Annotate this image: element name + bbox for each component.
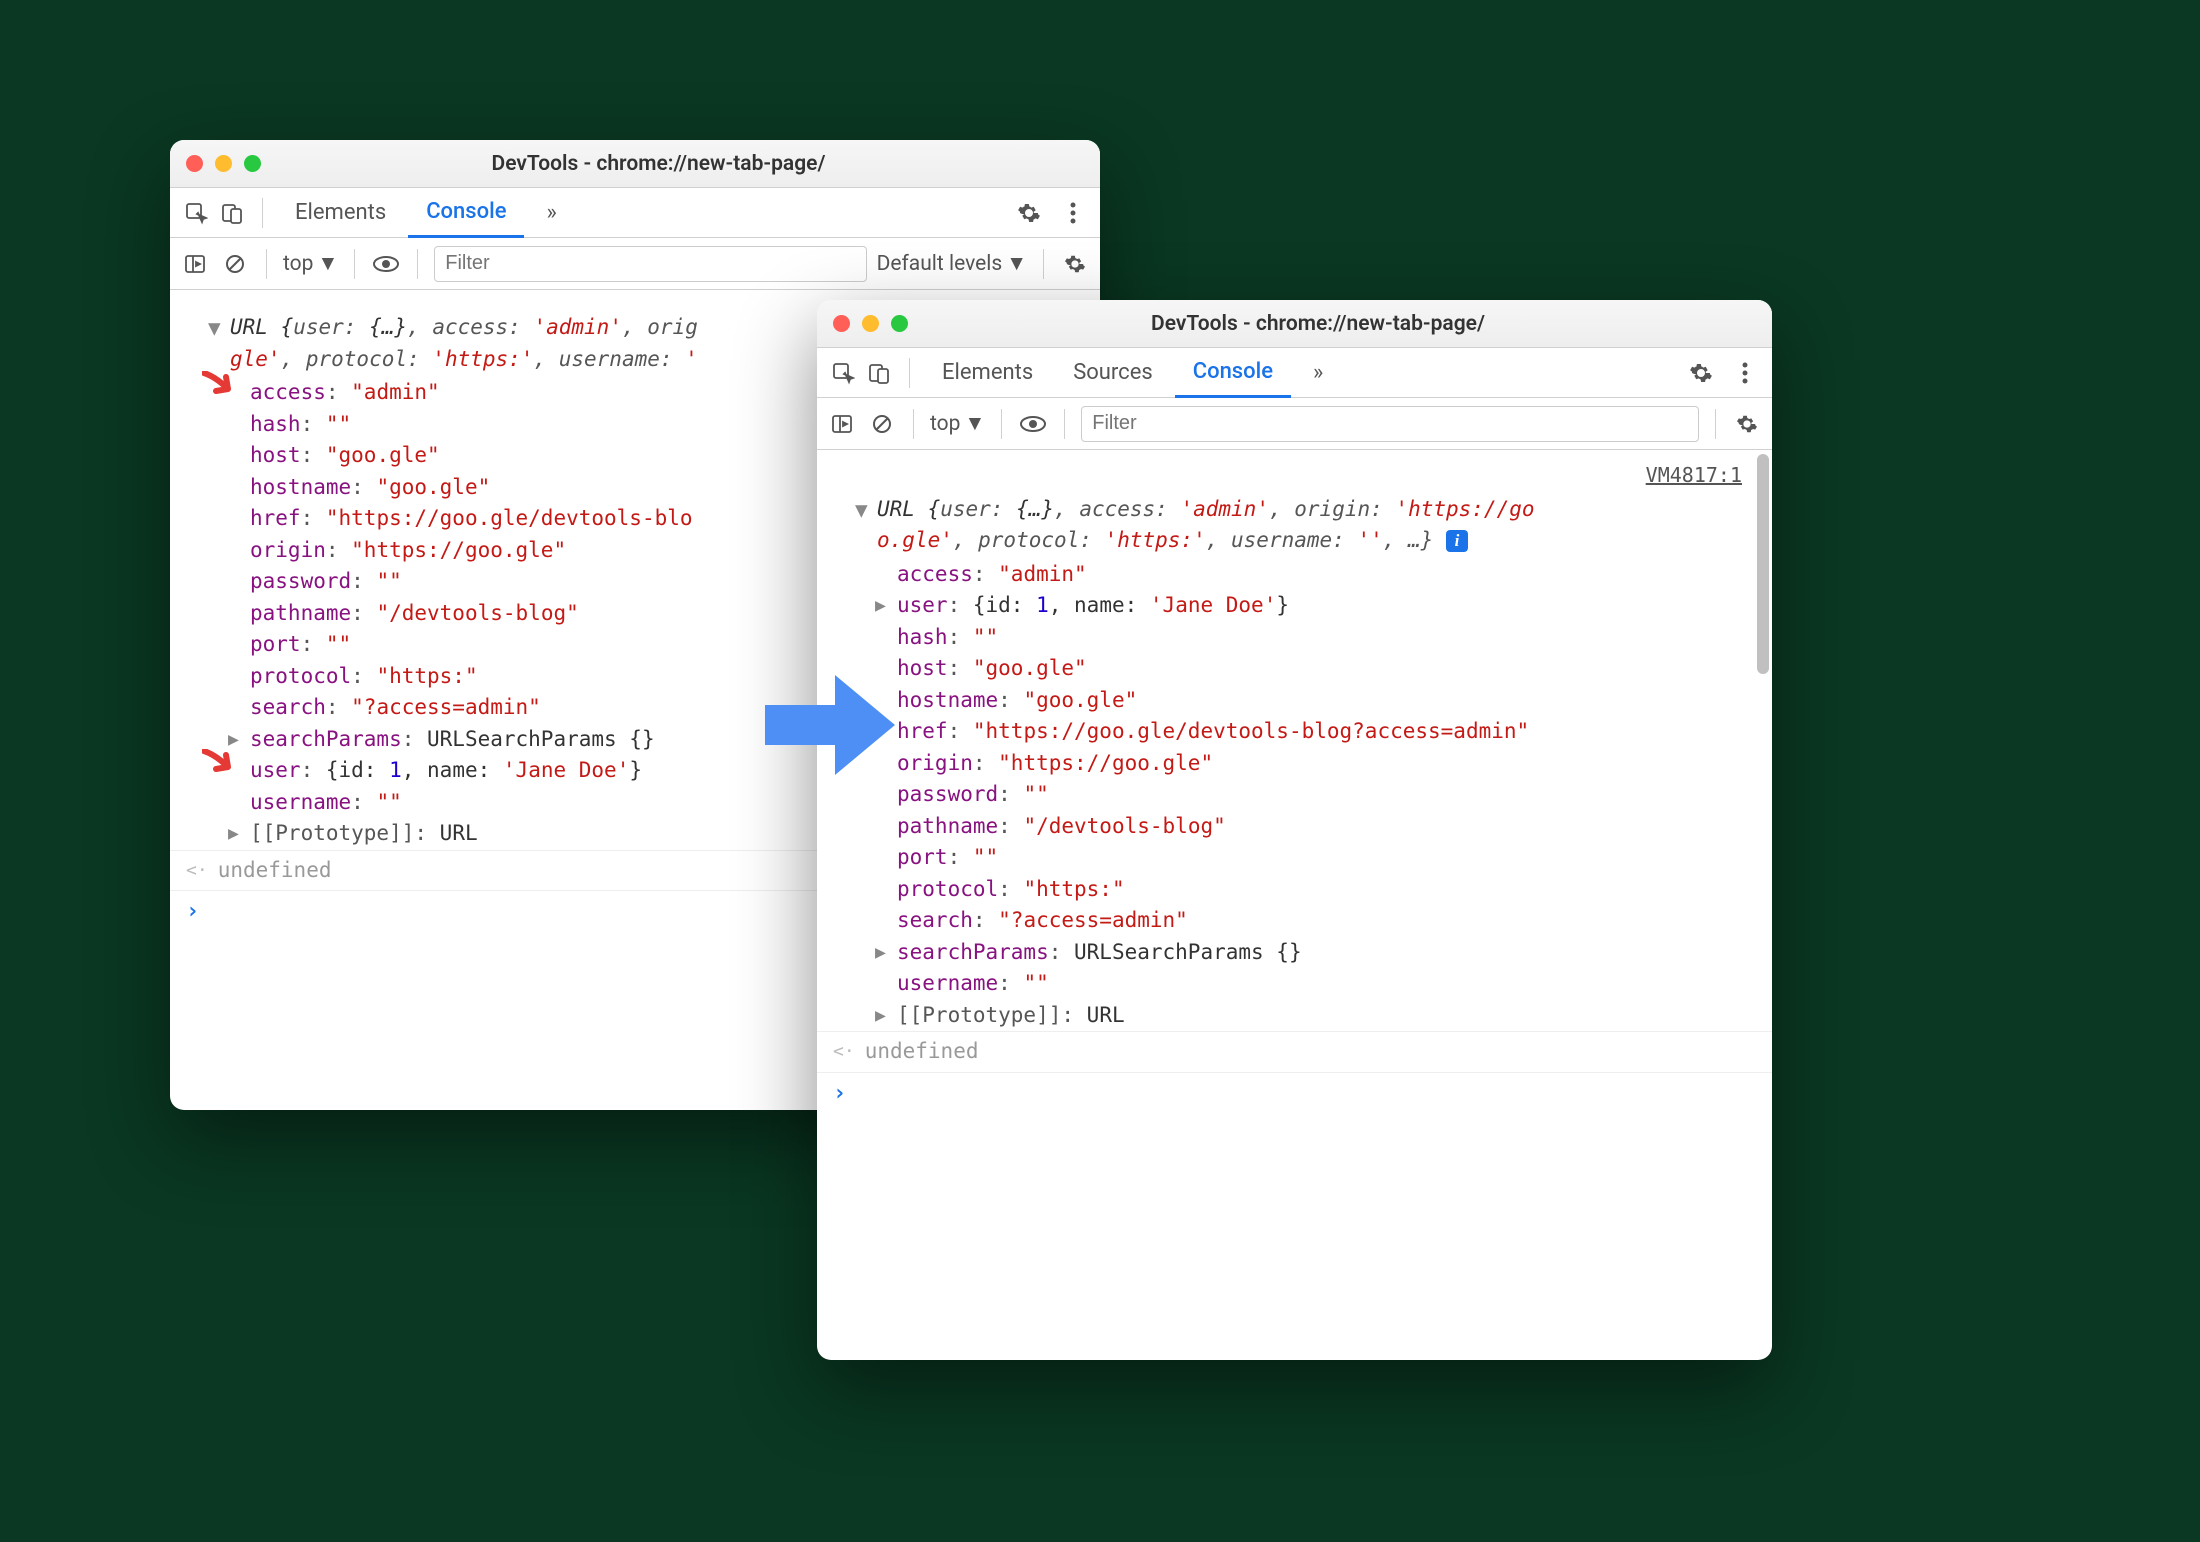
window-title: DevTools - chrome://new-tab-page/ (273, 152, 1084, 176)
object-property[interactable]: href: "https://goo.gle/devtools-blog?acc… (897, 716, 1772, 748)
zoom-window-button[interactable] (244, 155, 261, 172)
dropdown-triangle-icon: ▼ (964, 412, 985, 436)
tab-console[interactable]: Console (1175, 348, 1291, 398)
settings-gear-icon[interactable] (1684, 356, 1718, 390)
tab-console[interactable]: Console (408, 188, 524, 238)
sidebar-toggle-icon[interactable] (180, 249, 210, 279)
devtools-window-right: DevTools - chrome://new-tab-page/ Elemen… (817, 300, 1772, 1360)
levels-label: Default levels (877, 252, 1003, 276)
object-property[interactable]: ▶user: {id: 1, name: 'Jane Doe'} (897, 590, 1772, 622)
tab-sources[interactable]: Sources (1055, 348, 1171, 398)
highlight-arrow-icon (202, 371, 242, 405)
live-expression-icon[interactable] (1018, 409, 1048, 439)
devtools-main-toolbar: Elements Console » (170, 188, 1100, 238)
more-menu-icon[interactable] (1728, 356, 1762, 390)
minimize-window-button[interactable] (862, 315, 879, 332)
console-toolbar: top ▼ Default levels ▼ (170, 238, 1100, 290)
console-settings-gear-icon[interactable] (1732, 409, 1762, 439)
context-label: top (283, 252, 313, 276)
window-title: DevTools - chrome://new-tab-page/ (920, 312, 1756, 336)
execution-context-selector[interactable]: top ▼ (930, 412, 985, 436)
minimize-window-button[interactable] (215, 155, 232, 172)
execution-context-selector[interactable]: top ▼ (283, 252, 338, 276)
object-property[interactable]: port: "" (897, 842, 1772, 874)
collapse-triangle-icon[interactable]: ▼ (208, 313, 221, 345)
object-property[interactable]: search: "?access=admin" (897, 905, 1772, 937)
object-property[interactable]: host: "goo.gle" (897, 653, 1772, 685)
inspect-element-icon[interactable] (180, 197, 212, 229)
dropdown-triangle-icon: ▼ (1006, 252, 1027, 276)
tabs-overflow[interactable]: » (1295, 348, 1341, 398)
settings-gear-icon[interactable] (1012, 196, 1046, 230)
close-window-button[interactable] (186, 155, 203, 172)
collapse-triangle-icon[interactable]: ▼ (855, 495, 868, 527)
object-property[interactable]: ▶searchParams: URLSearchParams {} (897, 937, 1772, 969)
return-value: undefined (865, 1036, 979, 1068)
object-property[interactable]: protocol: "https:" (897, 874, 1772, 906)
clear-console-icon[interactable] (867, 409, 897, 439)
expand-triangle-icon[interactable]: ▶ (875, 1002, 886, 1029)
window-controls (186, 155, 261, 172)
clear-console-icon[interactable] (220, 249, 250, 279)
log-levels-selector[interactable]: Default levels ▼ (877, 252, 1027, 276)
object-property[interactable]: access: "admin" (897, 559, 1772, 591)
console-toolbar: top ▼ (817, 398, 1772, 450)
expand-triangle-icon[interactable]: ▶ (228, 820, 239, 847)
object-property[interactable]: hash: "" (897, 622, 1772, 654)
tab-elements[interactable]: Elements (924, 348, 1051, 398)
expand-triangle-icon[interactable]: ▶ (875, 939, 886, 966)
console-output: VM4817:1 ▼ URL {user: {…}, access: 'admi… (817, 450, 1772, 1360)
device-toolbar-icon[interactable] (863, 357, 895, 389)
object-property[interactable]: password: "" (897, 779, 1772, 811)
object-property[interactable]: pathname: "/devtools-blog" (897, 811, 1772, 843)
highlight-arrow-icon (202, 749, 242, 783)
more-menu-icon[interactable] (1056, 196, 1090, 230)
console-prompt[interactable]: › (817, 1072, 1772, 1114)
dropdown-triangle-icon: ▼ (317, 252, 338, 276)
expand-triangle-icon[interactable]: ▶ (875, 592, 886, 619)
object-property[interactable]: username: "" (897, 968, 1772, 1000)
live-expression-icon[interactable] (371, 249, 401, 279)
filter-input[interactable] (434, 246, 866, 282)
property-list-right: access: "admin"▶user: {id: 1, name: 'Jan… (817, 559, 1772, 1032)
titlebar: DevTools - chrome://new-tab-page/ (170, 140, 1100, 188)
tabs-overflow[interactable]: » (528, 188, 574, 238)
console-settings-gear-icon[interactable] (1060, 249, 1090, 279)
close-window-button[interactable] (833, 315, 850, 332)
zoom-window-button[interactable] (891, 315, 908, 332)
titlebar: DevTools - chrome://new-tab-page/ (817, 300, 1772, 348)
source-link[interactable]: VM4817:1 (1646, 463, 1742, 487)
return-value: undefined (218, 855, 332, 887)
transition-arrow-icon (760, 670, 900, 780)
object-summary[interactable]: ▼ URL {user: {…}, access: 'admin', origi… (817, 492, 1772, 559)
devtools-main-toolbar: Elements Sources Console » (817, 348, 1772, 398)
return-chevron-icon: <· (833, 1038, 855, 1065)
inspect-element-icon[interactable] (827, 357, 859, 389)
return-chevron-icon: <· (186, 857, 208, 884)
sidebar-toggle-icon[interactable] (827, 409, 857, 439)
context-label: top (930, 412, 960, 436)
object-property[interactable]: hostname: "goo.gle" (897, 685, 1772, 717)
device-toolbar-icon[interactable] (216, 197, 248, 229)
tab-elements[interactable]: Elements (277, 188, 404, 238)
object-property[interactable]: ▶[[Prototype]]: URL (897, 1000, 1772, 1032)
filter-input[interactable] (1081, 406, 1699, 442)
object-property[interactable]: origin: "https://goo.gle" (897, 748, 1772, 780)
info-badge-icon[interactable]: i (1446, 530, 1468, 552)
window-controls (833, 315, 908, 332)
return-value-row: <· undefined (817, 1031, 1772, 1072)
